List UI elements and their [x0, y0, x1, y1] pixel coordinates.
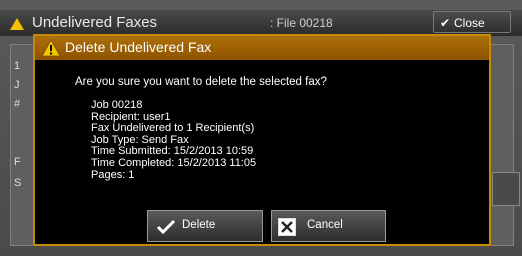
background-fragment: S: [14, 177, 22, 189]
dialog-header: Delete Undelivered Fax: [35, 36, 489, 60]
delete-fax-dialog: Delete Undelivered Fax Are you sure you …: [33, 34, 491, 246]
detail-line: Time Completed: 15/2/2013 11:05: [91, 156, 257, 169]
confirmation-question: Are you sure you want to delete the sele…: [75, 76, 327, 88]
close-button[interactable]: ✔ Close: [433, 11, 511, 33]
fax-details: Job 00218 Recipient: user1 Fax Undeliver…: [91, 99, 257, 181]
warning-icon: [41, 39, 61, 57]
background-fragment: 1: [14, 60, 21, 72]
background-title: Undelivered Faxes: [32, 14, 158, 31]
background-fragment: F: [14, 156, 21, 168]
x-icon: [278, 218, 296, 236]
delete-label: Delete: [182, 219, 216, 231]
check-icon: ✔: [440, 16, 451, 30]
cancel-button[interactable]: Cancel: [271, 210, 386, 242]
background-file-label: : File 00218: [270, 16, 333, 30]
detail-line: Pages: 1: [91, 168, 135, 181]
check-icon: [156, 219, 176, 235]
detail-line: Job 00218: [91, 99, 143, 111]
background-warning-icon: [10, 18, 24, 30]
background-fragment: J: [14, 79, 20, 91]
dialog-title: Delete Undelivered Fax: [65, 39, 212, 55]
background-side-button[interactable]: [492, 172, 520, 206]
close-label: Close: [454, 16, 485, 30]
delete-button[interactable]: Delete: [147, 210, 263, 242]
cancel-label: Cancel: [307, 219, 343, 231]
background-fragment: #: [14, 98, 21, 110]
